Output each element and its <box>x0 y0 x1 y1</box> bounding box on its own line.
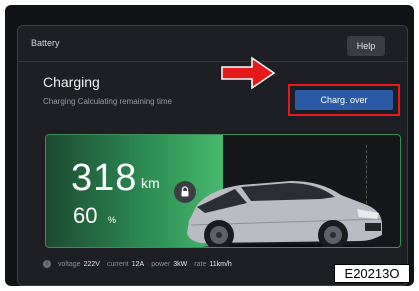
battery-panel: Battery Help Charging Charging Calculati… <box>17 25 408 286</box>
range-unit: km <box>141 175 160 191</box>
soc-unit: % <box>108 215 117 225</box>
rate-value: 11km/h <box>209 260 232 268</box>
charg-over-highlight: Charg. over <box>288 84 400 116</box>
reference-code: E20213O <box>334 264 410 283</box>
voltage-value: 222V <box>83 260 100 268</box>
charg-over-button[interactable]: Charg. over <box>295 90 393 110</box>
car-image <box>187 181 382 247</box>
current-value: 12A <box>131 260 145 268</box>
arrow-icon <box>221 56 276 90</box>
rate-label: rate <box>194 260 207 268</box>
page-title: Battery <box>31 38 60 48</box>
lock-icon <box>174 181 196 203</box>
current-label: current <box>106 260 129 268</box>
charging-status-subtitle: Charging Calculating remaining time <box>43 97 172 106</box>
soc-value: 60 <box>73 203 98 228</box>
battery-level-box: 318 km 60 % <box>45 134 401 248</box>
top-bar: Battery Help <box>18 26 407 62</box>
help-button[interactable]: Help <box>347 36 385 56</box>
power-label: power <box>151 260 171 268</box>
voltage-label: voltage <box>58 260 81 268</box>
range-value: 318 <box>71 157 138 199</box>
info-icon: i <box>43 260 51 268</box>
screen-frame: Battery Help Charging Charging Calculati… <box>5 5 414 286</box>
charging-info-bar: i voltage 222V current 12A power 3kW rat… <box>43 257 313 271</box>
power-value: 3kW <box>173 260 188 268</box>
charging-status-title: Charging <box>43 74 100 90</box>
